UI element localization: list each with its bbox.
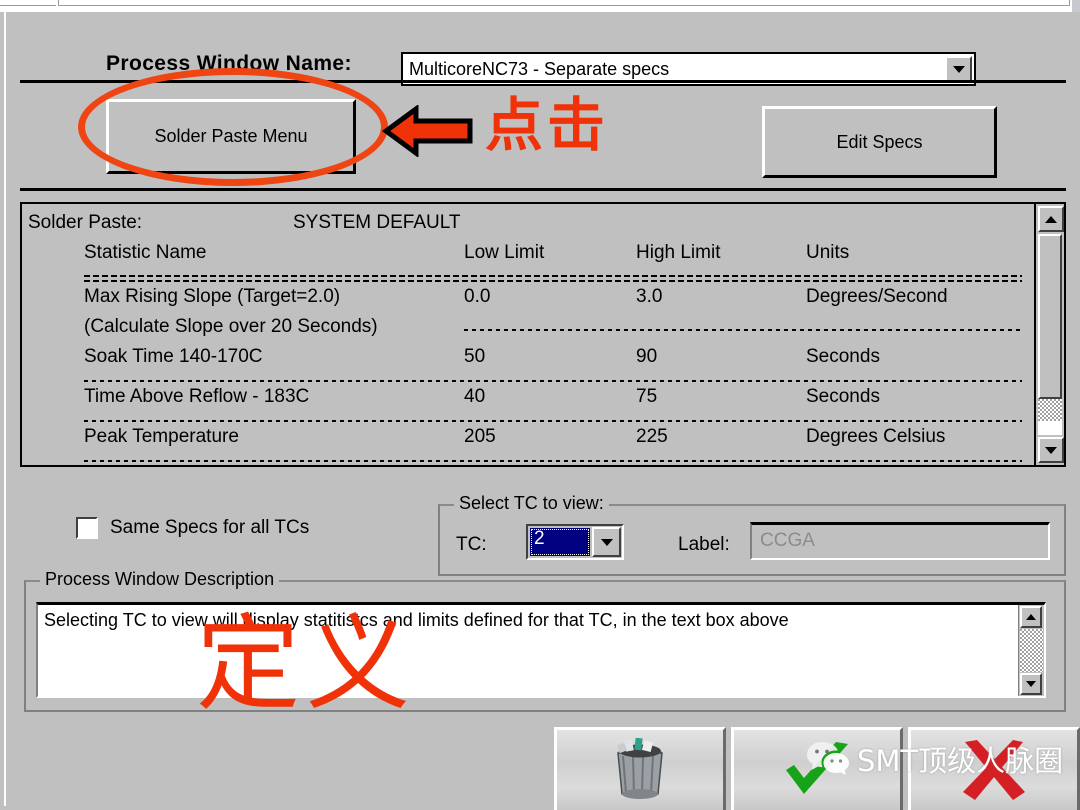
tc-label-input[interactable]: CCGA	[750, 522, 1050, 560]
cell-high-limit: 90	[636, 346, 658, 367]
cell-statistic-name: Peak Temperature	[84, 426, 239, 447]
column-header-statistic-name: Statistic Name	[84, 242, 207, 263]
cell-high-limit: 225	[636, 426, 668, 447]
cancel-button[interactable]	[908, 727, 1080, 810]
table-row: Soak Time 140-170C 50 90 Seconds	[84, 346, 1022, 376]
description-text: Selecting TC to view will display statit…	[44, 610, 789, 630]
left-arrow-annotation	[382, 105, 473, 157]
same-specs-checkbox-row[interactable]: Same Specs for all TCs	[76, 517, 309, 539]
scroll-down-button[interactable]	[1038, 437, 1064, 463]
cell-low-limit: 40	[464, 386, 486, 407]
description-scrollbar-track[interactable]	[1020, 629, 1043, 672]
same-specs-label: Same Specs for all TCs	[110, 517, 310, 538]
tc-combobox[interactable]: 2	[526, 524, 624, 560]
scroll-up-button[interactable]	[1038, 206, 1064, 232]
row-divider	[84, 460, 1022, 462]
app-screenshot: Process Window Name: MulticoreNC73 - Sep…	[0, 0, 1080, 810]
divider-top	[20, 80, 1066, 83]
spec-table-header: Statistic Name Low Limit High Limit Units	[84, 242, 1022, 272]
cell-high-limit: 3.0	[636, 286, 663, 307]
strip-segment-main	[58, 0, 1070, 6]
select-tc-groupbox: Select TC to view: TC: 2 Label: CCGA	[438, 493, 1066, 576]
red-x-icon	[963, 740, 1025, 800]
spec-list-panel[interactable]: Solder Paste: SYSTEM DEFAULT Statistic Na…	[20, 202, 1066, 467]
ok-button[interactable]	[731, 727, 903, 810]
solder-paste-menu-button[interactable]: Solder Paste Menu	[106, 99, 356, 174]
triangle-up-icon	[1026, 614, 1036, 620]
edit-specs-button[interactable]: Edit Specs	[762, 106, 997, 178]
edit-specs-label: Edit Specs	[836, 131, 923, 152]
triangle-up-icon	[1045, 215, 1057, 223]
solder-paste-header: Solder Paste: SYSTEM DEFAULT	[28, 212, 461, 234]
cell-units: Degrees Celsius	[806, 426, 946, 447]
table-row: Time Above Reflow - 183C 40 75 Seconds	[84, 386, 1022, 416]
row-divider	[84, 380, 1022, 382]
cell-units: Degrees/Second	[806, 286, 948, 307]
trash-can-icon	[616, 738, 663, 799]
table-row: Peak Temperature 205 225 Degrees Celsius	[84, 426, 1022, 456]
cell-units: Seconds	[806, 386, 880, 407]
cell-statistic-name: Time Above Reflow - 183C	[84, 386, 310, 407]
chevron-down-icon	[952, 66, 965, 73]
delete-button[interactable]	[554, 727, 726, 810]
tc-label-caption: Label:	[678, 534, 730, 555]
process-window-name-value: MulticoreNC73 - Separate specs	[409, 59, 670, 79]
process-window-dropdown-button[interactable]	[945, 56, 972, 82]
click-annotation-text: 点击	[485, 91, 610, 159]
spec-list-content: Solder Paste: SYSTEM DEFAULT Statistic Na…	[22, 204, 1032, 465]
divider-bottom	[20, 188, 1066, 191]
solder-paste-label: Solder Paste:	[28, 212, 143, 233]
description-scrollbar[interactable]	[1018, 605, 1044, 696]
chevron-down-icon	[600, 539, 613, 546]
cell-low-limit: 0.0	[464, 286, 491, 307]
header-double-rule	[84, 274, 1022, 286]
cell-high-limit: 75	[636, 386, 658, 407]
cell-statistic-name-line2: (Calculate Slope over 20 Seconds)	[84, 316, 378, 337]
tc-label-value: CCGA	[760, 530, 815, 551]
triangle-down-icon	[1045, 446, 1057, 454]
description-groupbox: Process Window Description Selecting TC …	[24, 569, 1066, 712]
description-scroll-up-button[interactable]	[1020, 606, 1042, 628]
spec-list-scrollbar[interactable]	[1034, 204, 1064, 465]
table-row: Max Rising Slope (Target=2.0) 0.0 3.0 Degre…	[84, 286, 1022, 316]
cell-low-limit: 50	[464, 346, 486, 367]
description-scroll-down-button[interactable]	[1020, 673, 1042, 695]
select-tc-group-title: Select TC to view:	[454, 493, 609, 514]
column-header-low-limit: Low Limit	[464, 242, 545, 263]
tc-label: TC:	[456, 534, 487, 555]
scrollbar-track[interactable]	[1038, 234, 1062, 435]
cell-statistic-name: Soak Time 140-170C	[84, 346, 263, 367]
table-row-continuation: (Calculate Slope over 20 Seconds)	[84, 316, 1022, 346]
column-header-high-limit: High Limit	[636, 242, 721, 263]
triangle-down-icon	[1026, 681, 1036, 687]
row-divider	[464, 329, 1022, 331]
cell-units: Seconds	[806, 346, 880, 367]
green-check-icon	[786, 742, 848, 794]
cell-low-limit: 205	[464, 426, 496, 447]
scrollbar-thumb[interactable]	[1038, 234, 1062, 399]
scrollbar-grip-area[interactable]	[1038, 399, 1062, 421]
cell-statistic-name: Max Rising Slope (Target=2.0)	[84, 286, 341, 307]
strip-segment-left	[0, 0, 56, 6]
tc-dropdown-button[interactable]	[592, 527, 621, 557]
spec-table: Statistic Name Low Limit High Limit Units M…	[84, 242, 1022, 465]
solder-paste-value: SYSTEM DEFAULT	[293, 212, 461, 233]
header-row: Process Window Name: MulticoreNC73 - Sep…	[6, 24, 1066, 86]
solder-paste-menu-label: Solder Paste Menu	[154, 126, 308, 146]
column-header-units: Units	[806, 242, 850, 263]
description-textarea[interactable]: Selecting TC to view will display statit…	[36, 602, 1046, 698]
tc-selected-value: 2	[530, 528, 590, 556]
page-title: Process Window Name:	[106, 52, 352, 75]
row-divider	[84, 420, 1022, 422]
same-specs-checkbox[interactable]	[76, 517, 98, 539]
description-group-title: Process Window Description	[40, 569, 280, 590]
strip-segment-right	[1072, 0, 1080, 12]
